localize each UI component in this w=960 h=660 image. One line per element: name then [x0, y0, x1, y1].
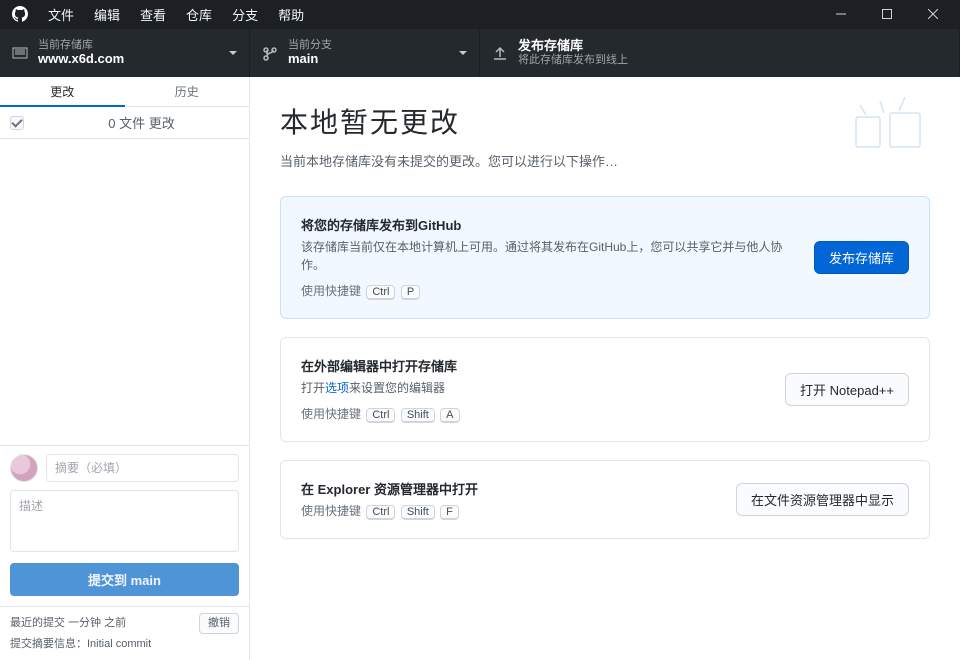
recent-commit-status: 最近的提交 一分钟 之前 撤销 提交摘要信息： Initial commit [0, 606, 249, 660]
page-title: 本地暂无更改 [280, 101, 930, 141]
github-logo-icon [12, 6, 28, 22]
window-controls [818, 0, 956, 28]
tab-history[interactable]: 历史 [125, 77, 250, 106]
window-minimize-button[interactable] [818, 0, 864, 28]
card-publish-desc: 该存储库当前仅在本地计算机上可用。通过将其发布在GitHub上，您可以共享它并与… [301, 238, 796, 274]
window-maximize-button[interactable] [864, 0, 910, 28]
card-editor-shortcut: 使用快捷键 Ctrl Shift A [301, 405, 767, 423]
kbd: Ctrl [366, 408, 395, 423]
commit-summary-input[interactable] [46, 454, 239, 482]
publish-title: 发布存储库 [518, 39, 628, 54]
publish-action[interactable]: 发布存储库 将此存储库发布到线上 [480, 29, 960, 77]
menu-edit[interactable]: 编辑 [84, 1, 130, 28]
files-header: 0 文件 更改 [0, 107, 249, 139]
recent-commit-label: 最近的提交 [10, 615, 65, 632]
card-explorer-shortcut: 使用快捷键 Ctrl Shift F [301, 502, 718, 520]
publish-repo-button[interactable]: 发布存储库 [814, 241, 909, 274]
menu-repository[interactable]: 仓库 [176, 1, 222, 28]
files-list-empty [0, 139, 249, 445]
avatar [10, 454, 38, 482]
commit-msg-label: 提交摘要信息： [10, 636, 87, 653]
menu-help[interactable]: 帮助 [268, 1, 314, 28]
sidebar-tabs: 更改 历史 [0, 77, 249, 107]
commit-msg-value: Initial commit [87, 636, 151, 653]
card-explorer-title: 在 Explorer 资源管理器中打开 [301, 479, 718, 498]
main-panel: 本地暂无更改 当前本地存储库没有未提交的更改。您可以进行以下操作… 将您的存储库… [250, 77, 960, 660]
empty-state-illustration [850, 95, 930, 155]
tab-changes[interactable]: 更改 [0, 77, 125, 106]
kbd: A [440, 408, 459, 423]
chevron-down-icon [459, 51, 467, 59]
card-publish-title: 将您的存储库发布到GitHub [301, 215, 796, 234]
kbd: Shift [401, 408, 435, 423]
repo-icon [12, 45, 28, 61]
commit-form: 提交到 main [0, 445, 249, 606]
kbd: P [401, 285, 420, 300]
sidebar: 更改 历史 0 文件 更改 提交到 main 最近的提交 一分钟 之前 [0, 77, 250, 660]
page-subtitle: 当前本地存储库没有未提交的更改。您可以进行以下操作… [280, 151, 930, 170]
menu-bar: 文件 编辑 查看 仓库 分支 帮助 [38, 1, 314, 28]
commit-button[interactable]: 提交到 main [10, 563, 239, 596]
kbd: Ctrl [366, 285, 395, 300]
card-open-editor: 在外部编辑器中打开存储库 打开选项来设置您的编辑器 使用快捷键 Ctrl Shi… [280, 337, 930, 442]
card-open-explorer: 在 Explorer 资源管理器中打开 使用快捷键 Ctrl Shift F 在… [280, 460, 930, 539]
card-publish-shortcut: 使用快捷键 Ctrl P [301, 282, 796, 300]
menu-branch[interactable]: 分支 [222, 1, 268, 28]
card-editor-desc: 打开选项来设置您的编辑器 [301, 379, 767, 397]
branch-label: 当前分支 [288, 39, 332, 52]
undo-button[interactable]: 撤销 [199, 613, 239, 634]
card-publish: 将您的存储库发布到GitHub 该存储库当前仅在本地计算机上可用。通过将其发布在… [280, 196, 930, 319]
repo-value: www.x6d.com [38, 52, 124, 67]
kbd: Ctrl [366, 505, 395, 520]
kbd: Shift [401, 505, 435, 520]
open-editor-button[interactable]: 打开 Notepad++ [785, 373, 909, 406]
toolbar: 当前存储库 www.x6d.com 当前分支 main 发布存储库 将此存储库发… [0, 28, 960, 77]
chevron-down-icon [229, 51, 237, 59]
recent-commit-time: 一分钟 之前 [68, 615, 126, 632]
branch-value: main [288, 52, 332, 67]
commit-description-input[interactable] [10, 490, 239, 552]
card-editor-title: 在外部编辑器中打开存储库 [301, 356, 767, 375]
files-count: 0 文件 更改 [44, 113, 239, 132]
options-link[interactable]: 选项 [325, 381, 349, 395]
menu-view[interactable]: 查看 [130, 1, 176, 28]
publish-sub: 将此存储库发布到线上 [518, 54, 628, 67]
open-explorer-button[interactable]: 在文件资源管理器中显示 [736, 483, 909, 516]
window-close-button[interactable] [910, 0, 956, 28]
branch-icon [262, 45, 278, 61]
select-all-checkbox[interactable] [10, 116, 24, 130]
menu-file[interactable]: 文件 [38, 1, 84, 28]
kbd: F [440, 505, 459, 520]
repo-label: 当前存储库 [38, 39, 124, 52]
current-branch-dropdown[interactable]: 当前分支 main [250, 29, 480, 77]
upload-icon [492, 45, 508, 61]
current-repo-dropdown[interactable]: 当前存储库 www.x6d.com [0, 29, 250, 77]
titlebar: 文件 编辑 查看 仓库 分支 帮助 [0, 0, 960, 28]
